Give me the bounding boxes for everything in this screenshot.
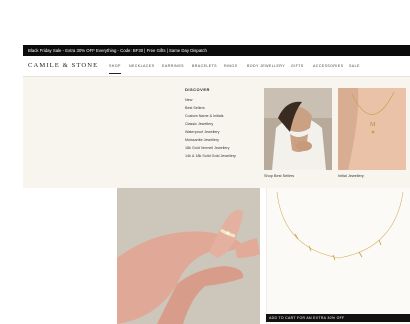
nav-bracelets[interactable]: BRACELETS: [192, 64, 217, 68]
shop-mega-menu: DISCOVER New Best Sellers Custom Name & …: [23, 77, 410, 188]
menu-link-classic[interactable]: Classic Jewellery: [185, 122, 213, 126]
menu-link-gold-vermeil[interactable]: 18k Gold Vermeil Jewellery: [185, 146, 229, 150]
promo-best-sellers[interactable]: Shop Best Sellers: [264, 88, 332, 178]
discover-heading: DISCOVER: [185, 87, 210, 92]
nav-accessories[interactable]: ACCESSORIES: [313, 64, 343, 68]
nav-shop[interactable]: SHOP: [109, 64, 121, 74]
menu-link-new[interactable]: New: [185, 98, 192, 102]
nav-necklaces[interactable]: NECKLACES: [129, 64, 154, 68]
nav-rings[interactable]: RINGS: [224, 64, 237, 68]
promo-initial-jewellery[interactable]: M Initial Jewellery: [338, 88, 406, 178]
menu-link-custom-name[interactable]: Custom Name & Initials: [185, 114, 224, 118]
menu-link-solid-gold[interactable]: 14k & 18k Solid Gold Jewellery: [185, 154, 236, 158]
nav-earrings[interactable]: EARRINGS: [162, 64, 184, 68]
menu-link-waterproof[interactable]: Waterproof Jewellery: [185, 130, 220, 134]
site-header: CAMILE & STONE SHOP NECKLACES EARRINGS B…: [23, 56, 410, 77]
model-photo: [264, 88, 332, 170]
announcement-bar: Black Friday Sale - Extra 30% OFF Everyt…: [23, 45, 410, 56]
brand-logo[interactable]: CAMILE & STONE: [28, 62, 98, 69]
necklace-model-photo: M: [338, 88, 406, 170]
nav-gifts[interactable]: GIFTS: [291, 64, 304, 68]
ring-hand-photo: [117, 188, 260, 324]
promo-label: Initial Jewellery: [338, 174, 364, 178]
nav-sale[interactable]: SALE: [349, 64, 360, 68]
promo-label: Shop Best Sellers: [264, 174, 295, 178]
svg-text:M: M: [370, 122, 376, 128]
menu-link-best-sellers[interactable]: Best Sellers: [185, 106, 205, 110]
add-to-cart-button[interactable]: ADD TO CART FOR AN EXTRA 30% OFF: [266, 314, 410, 322]
menu-link-moissanite[interactable]: Moissanite Jewellery: [185, 138, 219, 142]
nav-body-jewellery[interactable]: BODY JEWELLERY: [247, 64, 285, 68]
necklace-product-photo: [266, 188, 410, 324]
